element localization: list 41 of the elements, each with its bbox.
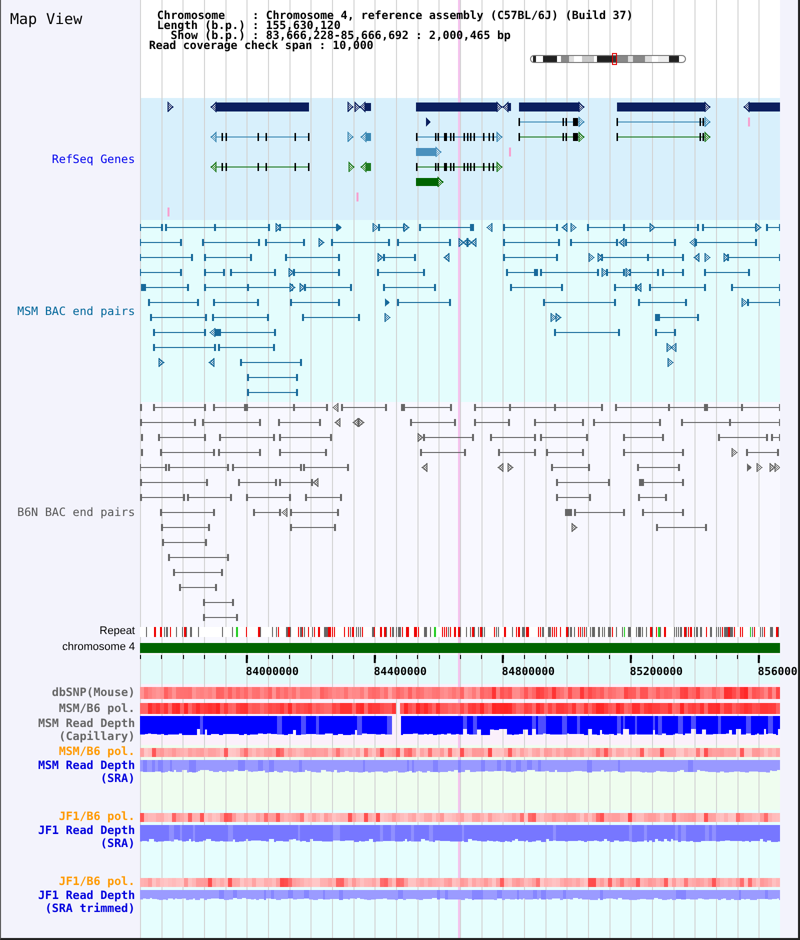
track-label: JF1 Read Depth (SRA) — [37, 824, 135, 850]
gene-model — [518, 116, 585, 128]
track-label: B6N BAC end pairs — [17, 506, 135, 518]
gene-marker — [356, 192, 358, 202]
track-label: chromosome 4 — [62, 641, 135, 654]
track-label: MSM/B6 pol. — [58, 702, 135, 715]
info-line: Length (b.p.) : 155,630,120 — [157, 21, 341, 31]
track-label: MSM/B6 pol. — [58, 745, 135, 758]
gene-marker — [168, 208, 170, 216]
gene-model — [168, 102, 174, 112]
gene-model — [519, 102, 585, 112]
axis-tick-label: 856000 — [758, 665, 798, 678]
track-label: dbSNP(Mouse) — [52, 686, 135, 699]
gene-model — [416, 176, 444, 188]
track-label: Repeat — [100, 624, 135, 638]
track-label: JF1/B6 pol. — [58, 810, 135, 823]
gene-model — [518, 132, 585, 142]
track-label: JF1/B6 pol. — [58, 875, 135, 888]
track-label: MSM BAC end pairs — [17, 304, 135, 318]
gene-model — [743, 102, 780, 112]
track-label: RefSeq Genes — [52, 152, 135, 166]
info-line: Read coverage check span : 10,000 — [149, 41, 374, 51]
track-label: MSM Read Depth (Capillary) — [37, 717, 135, 743]
gene-model — [360, 132, 371, 142]
gene-model — [348, 132, 354, 142]
gene-model — [426, 118, 431, 126]
axis-tick-label: 85200000 — [630, 665, 683, 678]
axis-tick-label: 84400000 — [374, 665, 427, 678]
gene-model — [360, 162, 371, 172]
info-line: Chromosome : Chromosome 4, reference assembly (C57BL/6J) (Build 37) — [157, 11, 634, 21]
axis-tick-label: 84800000 — [502, 665, 555, 678]
position-marker — [612, 53, 617, 65]
gene-model — [348, 162, 355, 172]
gene-marker — [509, 148, 511, 156]
page-title: Map View — [10, 11, 82, 27]
track-label: MSM Read Depth (SRA) — [37, 759, 135, 785]
gene-model — [416, 146, 442, 158]
axis-tick-label: 84000000 — [246, 665, 299, 678]
track-label: JF1 Read Depth (SRA trimmed) — [37, 889, 135, 915]
gene-marker — [748, 118, 750, 126]
info-line: Show (b.p.) : 83,666,228-85,666,692 : 2,000,465 bp — [170, 31, 511, 41]
